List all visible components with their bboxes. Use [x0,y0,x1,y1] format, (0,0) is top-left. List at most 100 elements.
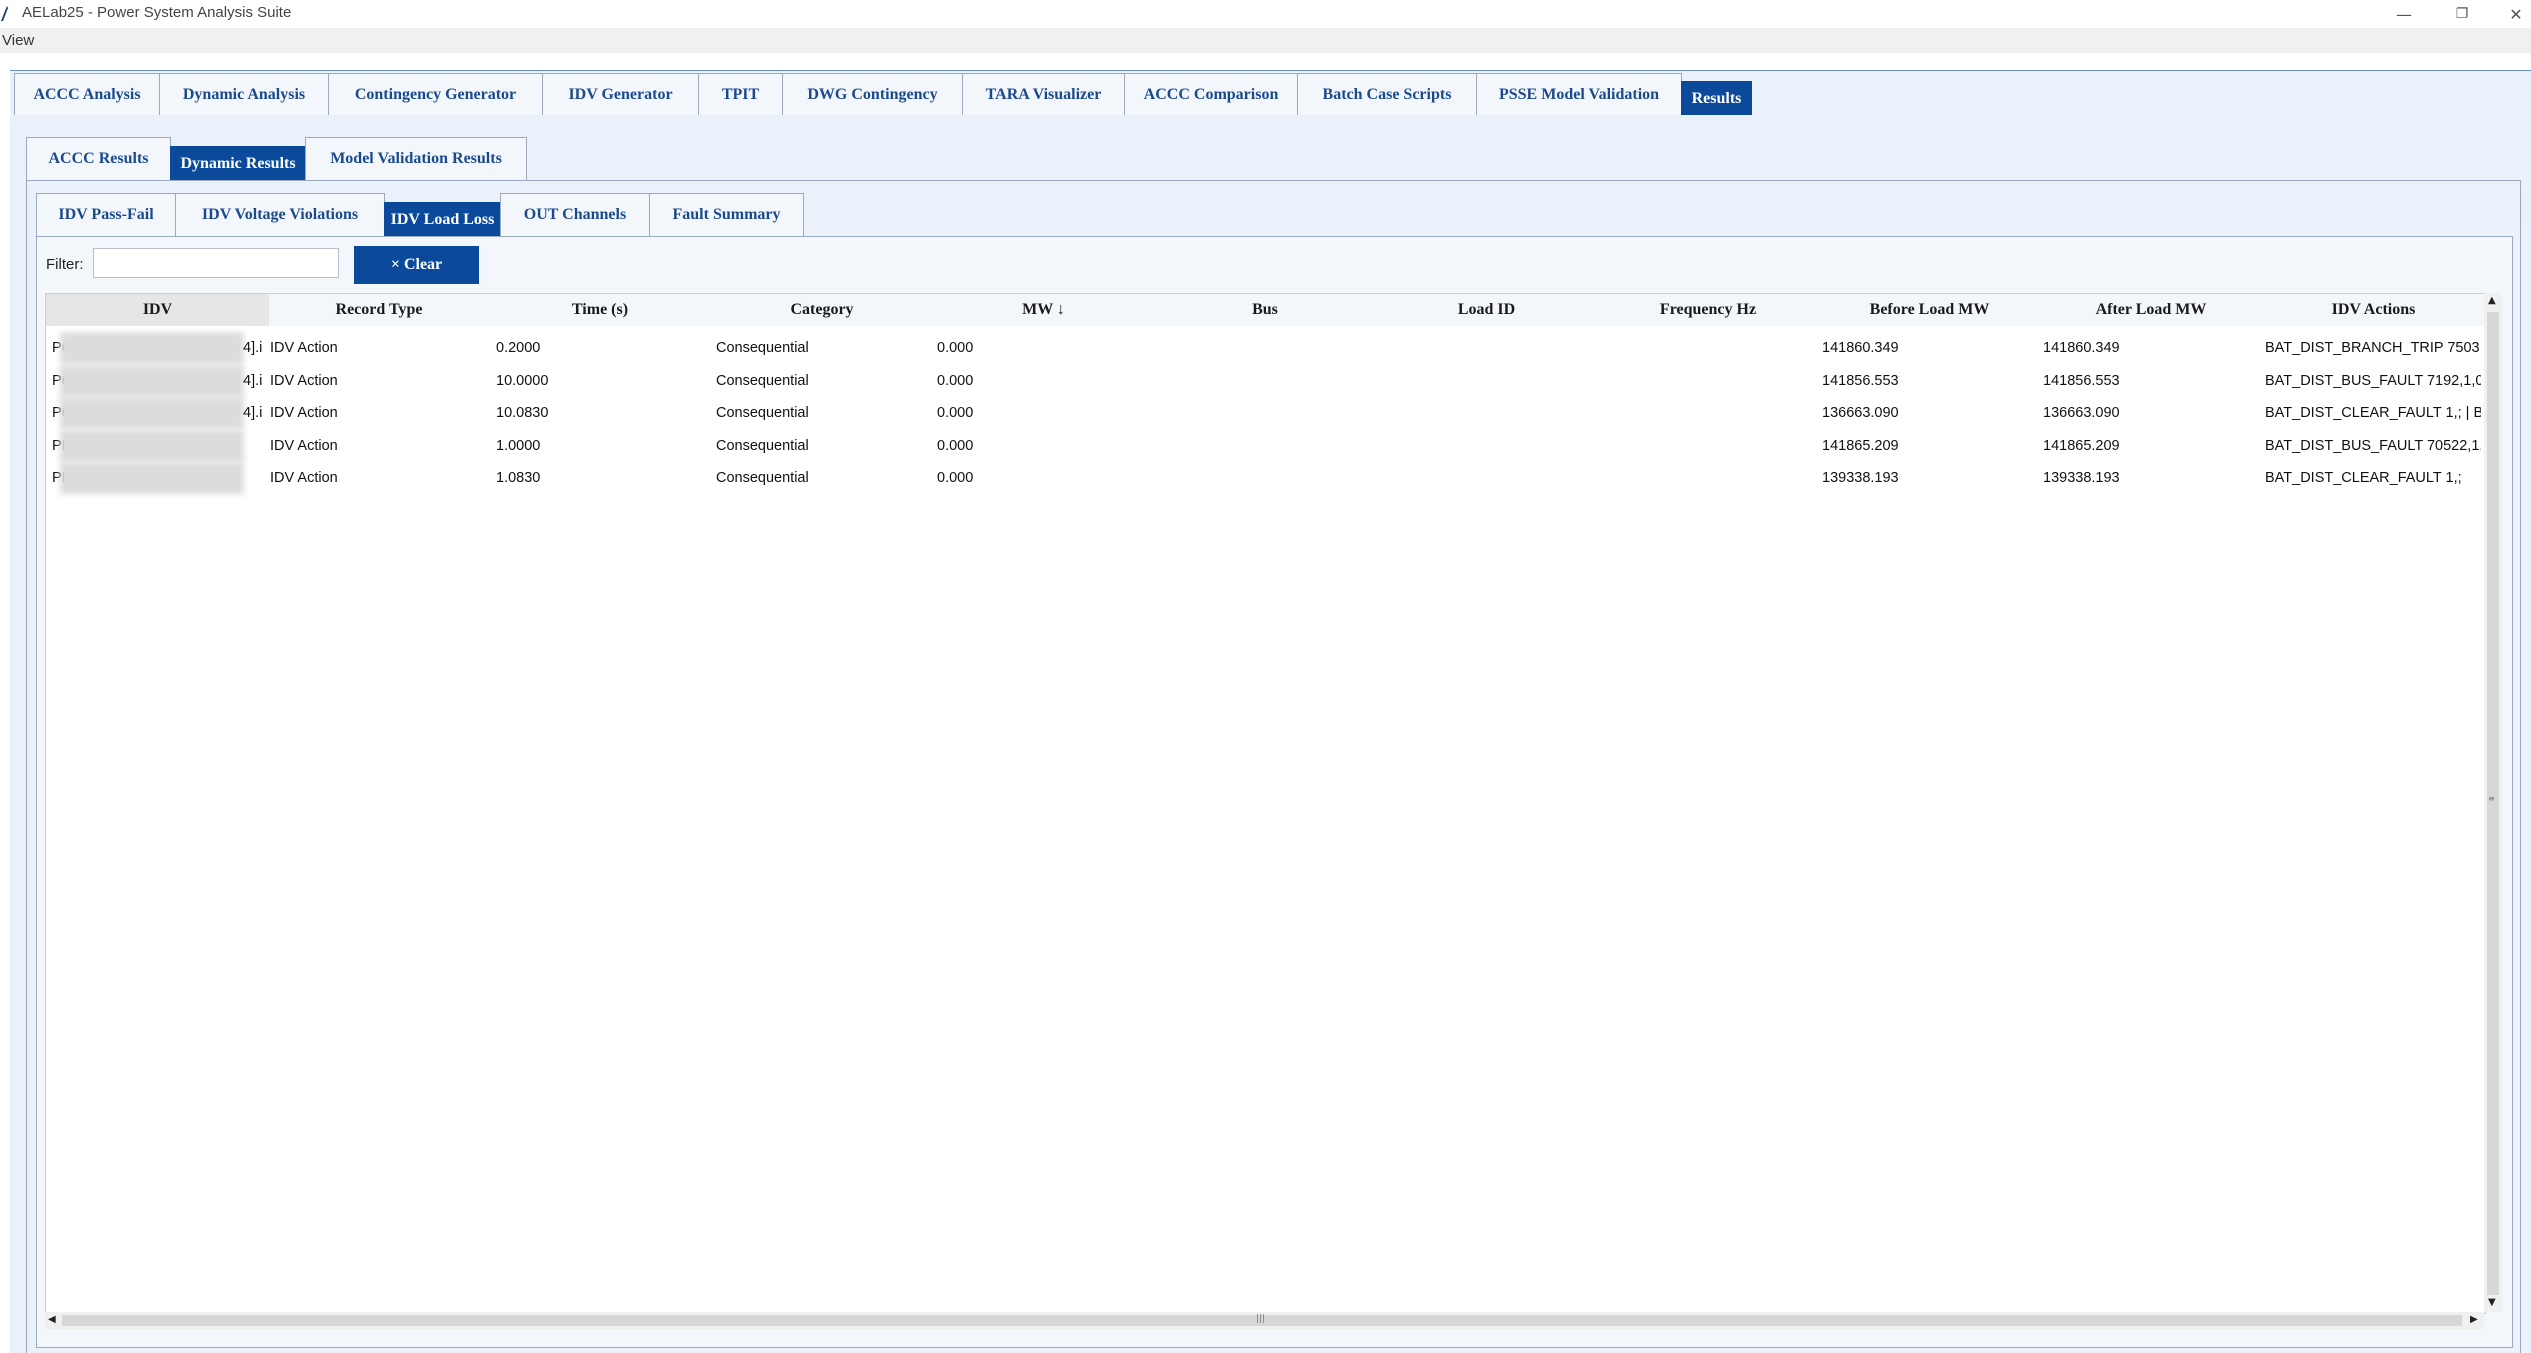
col-header-idv[interactable]: IDV [46,294,269,326]
cell-idv-actions: BAT_DIST_CLEAR_FAULT 1,; [2265,470,2462,486]
cell-mw: 0.000 [937,372,974,389]
cell-category: Consequential [716,405,809,421]
cell-mw: 0.000 [937,405,974,421]
table-row[interactable]: P64].iIDV Action10.0830Consequential0.00… [46,397,2485,429]
cell-category: Consequential [716,470,809,486]
tab-model-validation-results[interactable]: Model Validation Results [305,137,527,180]
close-button[interactable]: ✕ [2494,0,2531,28]
tab-idv-generator[interactable]: IDV Generator [542,73,699,115]
tab-tpit[interactable]: TPIT [698,73,783,115]
cell-category: Consequential [716,437,809,454]
results-tab-bar: ACCC Results Dynamic Results Model Valid… [26,134,527,180]
filter-label: Filter: [46,256,84,273]
main-tab-bar: ACCC Analysis Dynamic Analysis Contingen… [14,73,1752,115]
redacted-idv-name [60,429,244,462]
title-bar: AELab25 - Power System Analysis Suite — … [0,0,2531,28]
cell-before-load-mw: 141856.553 [1822,372,1899,389]
cell-mw: 0.000 [937,340,974,356]
cell-after-load-mw: 139338.193 [2043,470,2120,486]
redacted-idv-name [60,332,244,364]
filter-input[interactable] [93,248,339,278]
redacted-idv-name [60,364,244,397]
app-feather-icon [1,6,8,21]
cell-record-type: IDV Action [270,405,338,421]
col-header-bus[interactable]: Bus [1154,294,1376,326]
tab-out-channels[interactable]: OUT Channels [500,193,650,236]
col-header-load-id[interactable]: Load ID [1376,294,1597,326]
cell-time: 1.0000 [496,437,541,454]
scroll-left-arrow-icon[interactable]: ◀ [48,1314,56,1325]
tab-idv-voltage-violations[interactable]: IDV Voltage Violations [175,193,385,236]
tab-dwg-contingency[interactable]: DWG Contingency [782,73,963,115]
cell-after-load-mw: 141865.209 [2043,437,2120,454]
table-header: IDV Record Type Time (s) Category MW ↓ B… [46,294,2485,326]
table-row[interactable]: PEIDV Action1.0830Consequential0.0001393… [46,462,2485,494]
cell-idv-suffix: 4].i [243,340,263,356]
cell-after-load-mw: 141856.553 [2043,372,2120,389]
tab-accc-analysis[interactable]: ACCC Analysis [14,73,160,115]
cell-before-load-mw: 141860.349 [1822,340,1899,356]
cell-before-load-mw: 139338.193 [1822,470,1899,486]
cell-mw: 0.000 [937,470,974,486]
cell-record-type: IDV Action [270,340,338,356]
cell-time: 10.0000 [496,372,549,389]
cell-record-type: IDV Action [270,372,338,389]
tab-batch-case-scripts[interactable]: Batch Case Scripts [1297,73,1477,115]
redacted-idv-name [60,397,244,429]
cell-idv-actions: BAT_DIST_CLEAR_FAULT 1,; | BA [2265,405,2481,421]
col-header-frequency[interactable]: Frequency Hz [1597,294,1819,326]
cell-mw: 0.000 [937,437,974,454]
cell-time: 10.0830 [496,405,549,421]
col-header-record-type[interactable]: Record Type [269,294,489,326]
horizontal-grip-icon: ||| [1256,1314,1266,1324]
col-header-idv-actions[interactable]: IDV Actions [2262,294,2485,326]
table-row[interactable]: P64].iIDV Action0.2000Consequential0.000… [46,332,2485,364]
tab-accc-comparison[interactable]: ACCC Comparison [1124,73,1298,115]
col-header-before-load[interactable]: Before Load MW [1819,294,2040,326]
cell-record-type: IDV Action [270,470,338,486]
cell-idv-actions: BAT_DIST_BRANCH_TRIP 7503,7 [2265,340,2481,356]
col-header-time[interactable]: Time (s) [489,294,711,326]
cell-idv-actions: BAT_DIST_BUS_FAULT 70522,1,0. [2265,437,2481,454]
dynamic-tab-bar: IDV Pass-Fail IDV Voltage Violations IDV… [36,190,804,236]
minimize-button[interactable]: — [2382,0,2426,28]
vertical-grip-icon: ≡ [2488,794,2495,803]
maximize-button[interactable]: ❐ [2440,0,2484,28]
window-title: AELab25 - Power System Analysis Suite [22,4,292,21]
col-header-category[interactable]: Category [711,294,933,326]
clear-button[interactable]: × Clear [354,246,479,284]
cell-record-type: IDV Action [270,437,338,454]
cell-before-load-mw: 136663.090 [1822,405,1899,421]
col-header-mw[interactable]: MW ↓ [933,294,1154,326]
tab-accc-results[interactable]: ACCC Results [26,137,171,180]
menu-view[interactable]: View [2,32,34,49]
load-loss-table: IDV Record Type Time (s) Category MW ↓ B… [45,293,2486,1314]
tab-idv-pass-fail[interactable]: IDV Pass-Fail [36,193,176,236]
cell-after-load-mw: 141860.349 [2043,340,2120,356]
cell-idv-suffix: 4].i [243,405,263,421]
cell-category: Consequential [716,340,809,356]
table-row[interactable]: P64].iIDV Action10.0000Consequential0.00… [46,364,2485,397]
cell-time: 0.2000 [496,340,541,356]
tab-dynamic-results[interactable]: Dynamic Results [170,146,306,180]
col-header-after-load[interactable]: After Load MW [2040,294,2262,326]
redacted-idv-name [60,462,244,494]
cell-category: Consequential [716,372,809,389]
cell-time: 1.0830 [496,470,541,486]
tab-contingency-generator[interactable]: Contingency Generator [328,73,543,115]
tab-psse-model-validation[interactable]: PSSE Model Validation [1476,73,1682,115]
tab-dynamic-analysis[interactable]: Dynamic Analysis [159,73,329,115]
scroll-right-arrow-icon[interactable]: ▶ [2470,1314,2478,1325]
cell-idv-suffix: 4].i [243,372,263,389]
cell-before-load-mw: 141865.209 [1822,437,1899,454]
table-row[interactable]: PEIDV Action1.0000Consequential0.0001418… [46,429,2485,462]
cell-idv-actions: BAT_DIST_BUS_FAULT 7192,1,0.0 [2265,372,2481,389]
scroll-up-arrow-icon[interactable]: ▲ [2488,295,2496,306]
tab-fault-summary[interactable]: Fault Summary [649,193,804,236]
vertical-scroll-thumb[interactable] [2487,312,2499,1295]
scroll-down-arrow-icon[interactable]: ▼ [2488,1297,2496,1308]
tab-idv-load-loss[interactable]: IDV Load Loss [384,202,501,236]
tab-tara-visualizer[interactable]: TARA Visualizer [962,73,1125,115]
tab-results[interactable]: Results [1681,81,1752,115]
cell-after-load-mw: 136663.090 [2043,405,2120,421]
